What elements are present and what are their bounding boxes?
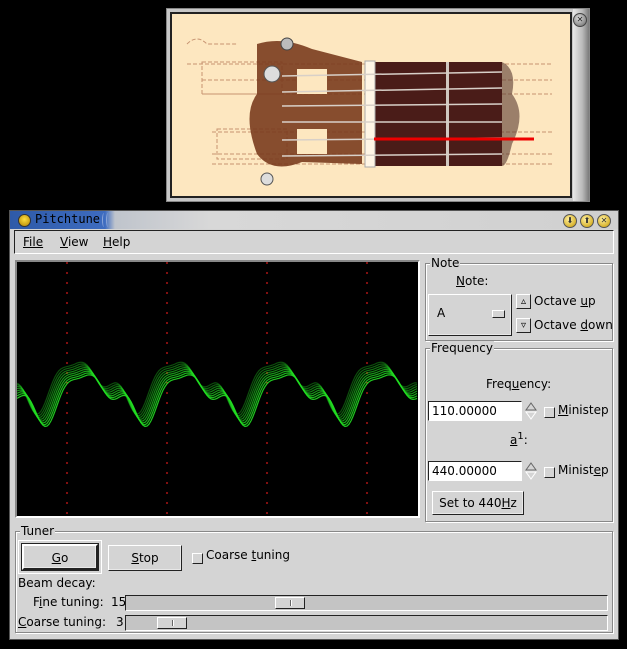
note-selector[interactable]: A [428, 294, 512, 336]
fretboard [372, 62, 502, 166]
nut [364, 60, 376, 168]
triangle-up-icon: ▵ [520, 296, 527, 307]
frequency-label: Frequency: [486, 377, 552, 391]
frequency-group-title: Frequency [430, 341, 494, 355]
waveform-plot [16, 262, 418, 516]
dropdown-indicator-icon [492, 310, 505, 318]
triangle-down-icon: ▿ [520, 320, 527, 331]
fine-tuning-slider-thumb[interactable] [275, 597, 305, 609]
coarse-tuning-label: Coarse tuning: [18, 615, 106, 629]
close-icon[interactable]: ✕ [573, 13, 587, 27]
menu-file-label: File [23, 235, 44, 249]
frequency-spinner[interactable] [525, 401, 537, 421]
coarse-tuning-checkbox-label[interactable]: Coarse tuning [206, 548, 290, 562]
title-bar[interactable]: Pitchtune ⬇ ⬆ ✕ [10, 211, 618, 229]
window-title: Pitchtune [35, 212, 101, 226]
frequency-group: Frequency Frequency: 110.00000 Ministep … [425, 341, 613, 522]
note-group-title: Note [430, 256, 461, 270]
ministep-checkbox[interactable] [544, 407, 555, 418]
ministep-checkbox-2[interactable] [544, 467, 555, 478]
guitar-headstock-illustration [186, 37, 552, 186]
menu-help[interactable]: Help [103, 235, 130, 249]
octave-up-button[interactable]: ▵ [516, 294, 531, 309]
ministep-label-2[interactable]: Ministep [558, 463, 609, 477]
close-icon[interactable]: ✕ [597, 214, 611, 228]
menu-file[interactable]: File [23, 235, 43, 249]
oscilloscope-display [15, 260, 420, 518]
note-label: Note: [456, 274, 489, 288]
octave-down-label[interactable]: Octave down [534, 318, 613, 332]
go-button-focus-frame: Go [18, 540, 102, 574]
guitar-image [170, 12, 572, 198]
coarse-tuning-checkbox[interactable] [192, 553, 203, 564]
ministep-label[interactable]: Ministep [558, 403, 609, 417]
a1-label-suffix: : [523, 433, 528, 447]
tuner-group: Tuner Go Stop Coarse tuning Beam decay: … [15, 524, 613, 633]
menu-bar: File View Help [14, 230, 614, 254]
fine-tuning-slider[interactable] [125, 595, 608, 611]
title-grip-decoration [106, 213, 110, 227]
guitar-display-window: ✕ [166, 8, 590, 202]
note-group: Note Note: A ▵ Octave up ▿ Octave down [425, 256, 613, 341]
minimize-icon[interactable]: ⬇ [563, 214, 577, 228]
stop-button[interactable]: Stop [108, 545, 182, 571]
fine-tuning-value: 15 [111, 595, 127, 609]
octave-down-button[interactable]: ▿ [516, 318, 531, 333]
go-button[interactable]: Go [21, 543, 99, 571]
a1-label: a1: [510, 431, 528, 447]
menu-view[interactable]: View [60, 235, 88, 249]
coarse-tuning-slider[interactable] [125, 615, 608, 631]
popup-side-bar: ✕ [573, 9, 589, 201]
window-menu-icon[interactable] [18, 214, 31, 227]
coarse-tuning-slider-thumb[interactable] [157, 617, 187, 629]
a1-frequency-spinner[interactable] [525, 461, 537, 481]
note-selected-value: A [437, 306, 446, 320]
pitchtune-window: Pitchtune ⬇ ⬆ ✕ File View Help Note Note… [9, 210, 619, 640]
a1-frequency-input[interactable]: 440.00000 [428, 461, 522, 481]
octave-up-label[interactable]: Octave up [534, 294, 596, 308]
beam-decay-label: Beam decay: [18, 576, 96, 590]
coarse-tuning-value: 3 [116, 615, 124, 629]
maximize-icon[interactable]: ⬆ [580, 214, 594, 228]
fine-tuning-label: Fine tuning: [33, 595, 104, 609]
set-to-440hz-button[interactable]: Set to 440Hz [432, 491, 524, 515]
frequency-input[interactable]: 110.00000 [428, 401, 522, 421]
tuner-group-title: Tuner [20, 524, 56, 538]
